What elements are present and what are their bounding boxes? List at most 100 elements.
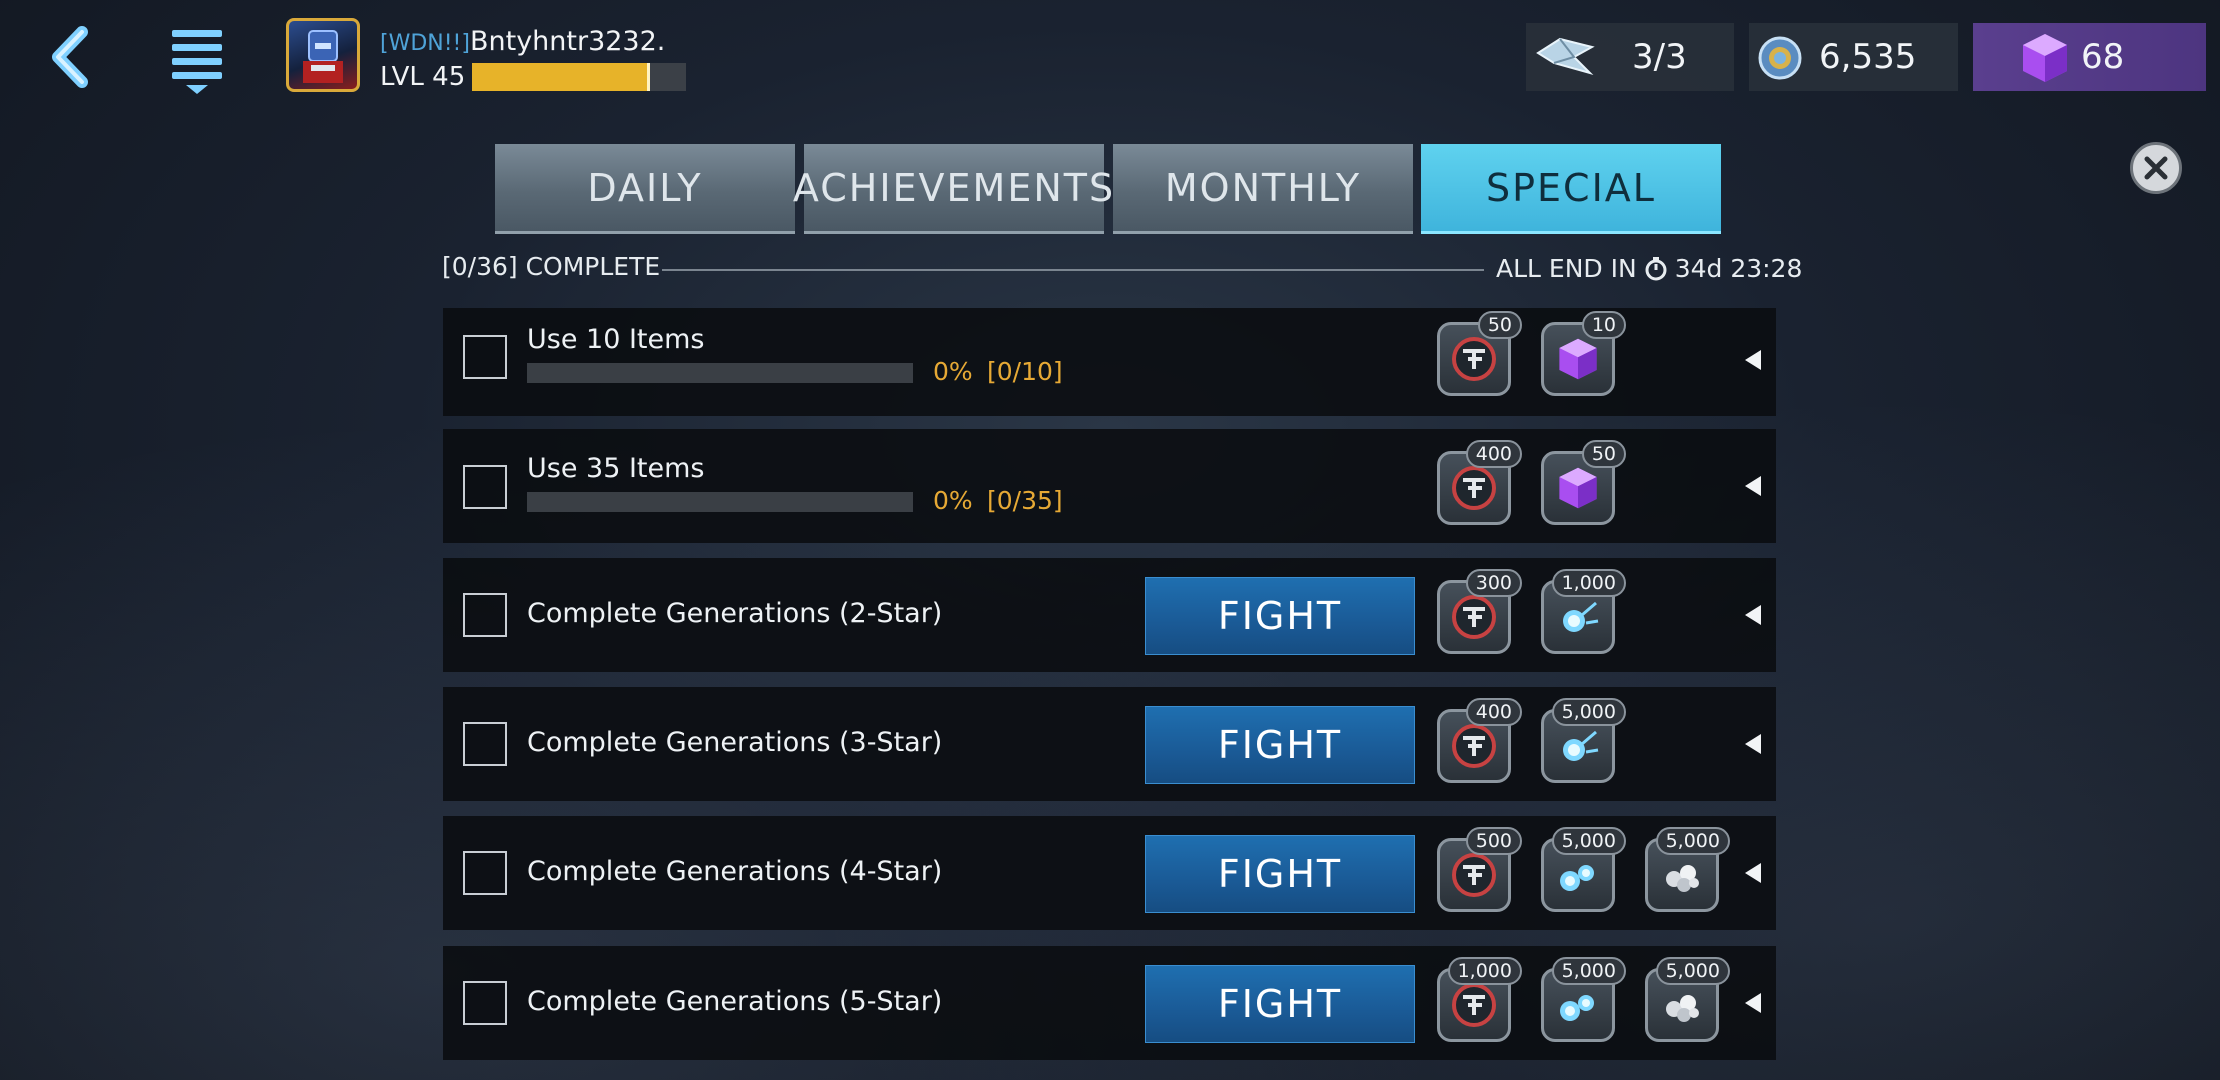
quest-title: Use 10 Items bbox=[527, 324, 705, 355]
reward-amount: 400 bbox=[1465, 440, 1522, 468]
reward-item[interactable]: 5,000 bbox=[1645, 827, 1730, 912]
divider bbox=[662, 269, 1484, 271]
energon-orb-icon bbox=[1563, 601, 1599, 632]
close-button[interactable] bbox=[2130, 142, 2182, 194]
quest-checkbox[interactable] bbox=[463, 981, 507, 1025]
reward-amount: 500 bbox=[1465, 827, 1522, 855]
player-avatar[interactable] bbox=[286, 18, 360, 92]
stopwatch-icon bbox=[1645, 256, 1667, 280]
reward-amount: 400 bbox=[1465, 698, 1522, 726]
expand-arrow-icon[interactable] bbox=[1745, 605, 1761, 625]
tf-badge-icon bbox=[1452, 595, 1496, 639]
quest-row: Use 10 Items 0% [0/10] 50 10 bbox=[443, 308, 1776, 416]
energon-orbs-icon bbox=[1560, 995, 1594, 1021]
purple-cube-icon bbox=[1559, 467, 1597, 509]
xp-bar-fill bbox=[472, 63, 650, 91]
quest-title: Use 35 Items bbox=[527, 453, 705, 484]
tf-badge-icon bbox=[1452, 983, 1496, 1027]
reward-item[interactable]: 50 bbox=[1437, 311, 1522, 396]
reward-item[interactable]: 5,000 bbox=[1541, 827, 1626, 912]
reward-item[interactable]: 10 bbox=[1541, 311, 1626, 396]
reward-item[interactable]: 500 bbox=[1437, 827, 1522, 912]
reward-item[interactable]: 1,000 bbox=[1541, 569, 1626, 654]
tab-monthly[interactable]: MONTHLY bbox=[1113, 144, 1413, 234]
quest-progress-count: [0/35] bbox=[987, 486, 1063, 515]
close-icon bbox=[2144, 156, 2168, 180]
tf-badge-icon bbox=[1452, 853, 1496, 897]
tf-badge-icon bbox=[1452, 724, 1496, 768]
energy-shard-icon bbox=[1536, 37, 1595, 75]
fight-button[interactable]: FIGHT bbox=[1145, 835, 1415, 913]
tab-daily[interactable]: DAILY bbox=[495, 144, 795, 234]
expand-arrow-icon[interactable] bbox=[1745, 350, 1761, 370]
reward-amount: 5,000 bbox=[1551, 827, 1626, 855]
quest-row: Complete Generations (4-Star) FIGHT 500 … bbox=[443, 816, 1776, 930]
silver-orbs-icon bbox=[1666, 865, 1699, 892]
reward-amount: 1,000 bbox=[1447, 957, 1522, 985]
reward-amount: 5,000 bbox=[1551, 957, 1626, 985]
energy-amount: 3/3 bbox=[1632, 37, 1687, 77]
reward-amount: 5,000 bbox=[1655, 957, 1730, 985]
reward-amount: 5,000 bbox=[1655, 827, 1730, 855]
tab-achievements[interactable]: ACHIEVEMENTS bbox=[793, 144, 1113, 234]
reward-amount: 50 bbox=[1477, 311, 1522, 339]
credits-amount: 6,535 bbox=[1819, 37, 1917, 77]
reward-amount: 300 bbox=[1465, 569, 1522, 597]
quest-checkbox[interactable] bbox=[463, 722, 507, 766]
fight-button[interactable]: FIGHT bbox=[1145, 965, 1415, 1043]
tf-badge-icon bbox=[1452, 466, 1496, 510]
quest-progress-bar bbox=[527, 363, 913, 383]
fight-button[interactable]: FIGHT bbox=[1145, 706, 1415, 784]
reward-amount: 50 bbox=[1581, 440, 1626, 468]
reward-item[interactable]: 5,000 bbox=[1645, 957, 1730, 1042]
quest-row: Complete Generations (2-Star) FIGHT 300 … bbox=[443, 558, 1776, 672]
fight-button[interactable]: FIGHT bbox=[1145, 577, 1415, 655]
quest-checkbox[interactable] bbox=[463, 335, 507, 379]
reward-item[interactable]: 400 bbox=[1437, 698, 1522, 783]
expand-arrow-icon[interactable] bbox=[1745, 863, 1761, 883]
reward-item[interactable]: 300 bbox=[1437, 569, 1522, 654]
cube-currency[interactable]: 68 bbox=[1973, 23, 2206, 91]
player-username: Bntyhntr3232. bbox=[469, 26, 666, 57]
completion-summary: [0/36] COMPLETE bbox=[442, 252, 661, 281]
quest-checkbox[interactable] bbox=[463, 593, 507, 637]
quest-row: Use 35 Items 0% [0/35] 400 50 bbox=[443, 429, 1776, 543]
quest-checkbox[interactable] bbox=[463, 465, 507, 509]
tab-special[interactable]: SPECIAL bbox=[1421, 144, 1721, 234]
quest-title: Complete Generations (2-Star) bbox=[527, 598, 943, 629]
purple-cube-icon bbox=[2023, 34, 2067, 82]
reward-item[interactable]: 50 bbox=[1541, 440, 1626, 525]
quest-checkbox[interactable] bbox=[463, 851, 507, 895]
chevron-left-icon bbox=[52, 26, 88, 88]
end-timer-value: 34d 23:28 bbox=[1674, 254, 1803, 283]
quest-progress-bar bbox=[527, 492, 913, 512]
expand-arrow-icon[interactable] bbox=[1745, 476, 1761, 496]
reward-amount: 1,000 bbox=[1551, 569, 1626, 597]
xp-bar bbox=[472, 63, 686, 91]
quest-title: Complete Generations (5-Star) bbox=[527, 986, 943, 1017]
credits-currency[interactable]: 6,535 bbox=[1749, 23, 1958, 91]
quest-title: Complete Generations (3-Star) bbox=[527, 727, 943, 758]
energy-currency[interactable]: 3/3 bbox=[1526, 23, 1734, 91]
reward-item[interactable]: 400 bbox=[1437, 440, 1522, 525]
reward-item[interactable]: 1,000 bbox=[1437, 957, 1522, 1042]
expand-arrow-icon[interactable] bbox=[1745, 734, 1761, 754]
avatar-portrait-icon bbox=[303, 30, 343, 83]
hamburger-menu-icon bbox=[172, 30, 222, 94]
silver-orbs-icon bbox=[1666, 995, 1699, 1022]
reward-item[interactable]: 5,000 bbox=[1541, 957, 1626, 1042]
reward-item[interactable]: 5,000 bbox=[1541, 698, 1626, 783]
purple-cube-icon bbox=[1559, 338, 1597, 380]
quest-row: Complete Generations (3-Star) FIGHT 400 … bbox=[443, 687, 1776, 801]
quest-progress-count: [0/10] bbox=[987, 357, 1063, 386]
cube-amount: 68 bbox=[2081, 37, 2125, 77]
tf-badge-icon bbox=[1452, 337, 1496, 381]
expand-arrow-icon[interactable] bbox=[1745, 993, 1761, 1013]
end-timer: ALL END IN 34d 23:28 bbox=[1496, 254, 1802, 283]
end-timer-label: ALL END IN bbox=[1496, 254, 1637, 283]
reward-amount: 10 bbox=[1581, 311, 1626, 339]
quest-title: Complete Generations (4-Star) bbox=[527, 856, 943, 887]
back-button[interactable] bbox=[40, 22, 102, 92]
menu-button[interactable] bbox=[162, 22, 234, 98]
player-level: LVL 45 bbox=[380, 62, 466, 92]
